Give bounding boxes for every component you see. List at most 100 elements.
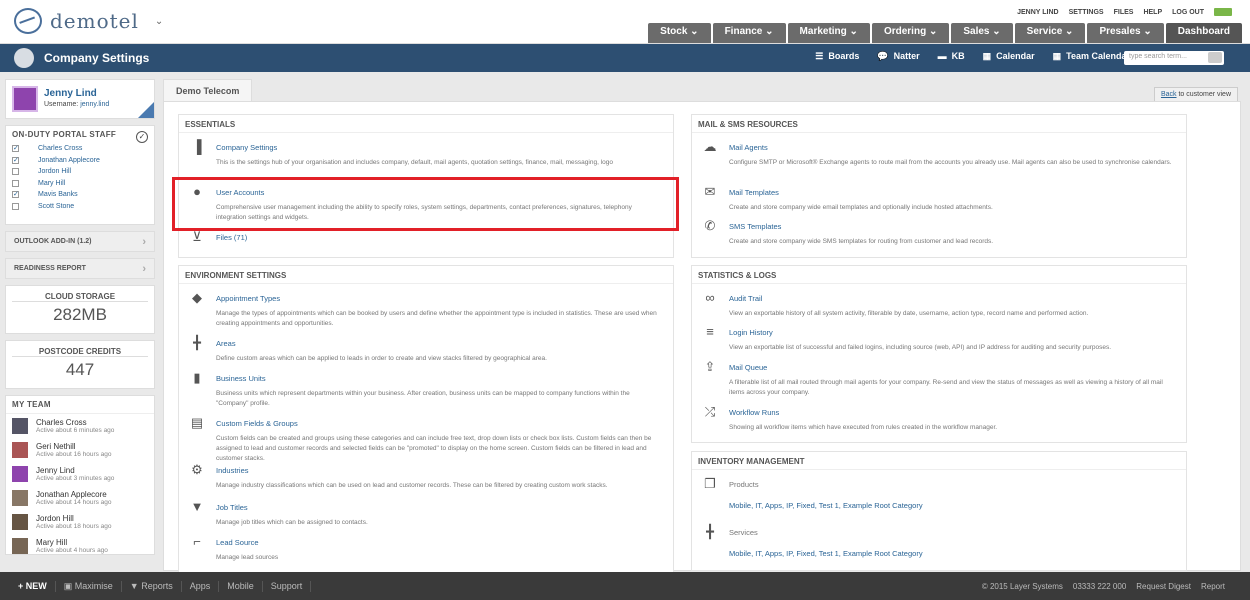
staff-name[interactable]: Charles Cross: [38, 145, 82, 152]
stats-item-desc: View an exportable list of successful an…: [729, 344, 1112, 351]
stats-item-link[interactable]: Audit Trail: [729, 294, 762, 303]
staff-name[interactable]: Jordon Hill: [38, 168, 71, 175]
postcode-credits-label: POSTCODE CREDITS: [12, 341, 148, 357]
team-title: MY TEAM: [6, 396, 154, 414]
team-member[interactable]: Jordon Hill Active about 18 hours ago: [6, 514, 154, 538]
readiness-report-bar[interactable]: READINESS REPORT ›: [5, 258, 155, 279]
menu-presales[interactable]: Presales ⌄: [1087, 23, 1164, 43]
team-member-info: Geri Nethill Active about 16 hours ago: [36, 442, 112, 458]
staff-checkbox[interactable]: ✓: [12, 145, 19, 153]
staff-row: ✓ Jonathan Applecore: [12, 155, 148, 167]
mail-item-link[interactable]: Mail Templates: [729, 188, 779, 197]
menu-service[interactable]: Service ⌄: [1014, 23, 1086, 43]
staff-list: ✓ Charles Cross ✓ Jonathan Applecore Jordon …: [6, 143, 154, 212]
top-link-files[interactable]: FILES: [1114, 9, 1134, 16]
logo[interactable]: demotel ⌄: [14, 8, 163, 34]
essentials-item-link[interactable]: Company Settings: [216, 143, 277, 152]
staff-checkbox[interactable]: [12, 168, 19, 176]
environment-item-link[interactable]: Areas: [216, 339, 236, 348]
username-link[interactable]: jenny.lind: [80, 101, 109, 108]
top-link-help[interactable]: HELP: [1143, 9, 1162, 16]
staff-row: ✓ Charles Cross: [12, 143, 148, 155]
profile-name[interactable]: Jenny Lind: [44, 88, 97, 99]
check-icon[interactable]: ✓: [136, 131, 148, 143]
footer-apps[interactable]: Apps: [182, 580, 220, 592]
outlook-addin-bar[interactable]: OUTLOOK ADD-IN (1.2) ›: [5, 231, 155, 252]
inventory-item-label: Services: [729, 528, 758, 537]
footer-mobile[interactable]: Mobile: [219, 580, 263, 592]
search-icon[interactable]: [1208, 52, 1222, 63]
calendar-icon: ▦: [982, 51, 992, 61]
environment-item-link[interactable]: Custom Fields & Groups: [216, 419, 298, 428]
calendar-icon: ▦: [1052, 51, 1062, 61]
search-input[interactable]: type search term...: [1124, 51, 1224, 65]
nav-team-calendar[interactable]: ▦ Team Calendar: [1053, 51, 1130, 62]
staff-row: ✓ Mavis Banks: [12, 189, 148, 201]
footer-maximise[interactable]: ▣ Maximise: [56, 580, 122, 592]
nav-kb[interactable]: ▬ KB: [938, 51, 965, 62]
team-member[interactable]: Mary Hill Active about 4 hours ago: [6, 538, 154, 562]
header-bar: Company Settings ☰ Boards 💬 Natter ▬ KB ▦ Ca…: [0, 44, 1250, 72]
top-link-user[interactable]: JENNY LIND: [1017, 9, 1059, 16]
staff-name[interactable]: Jonathan Applecore: [38, 157, 100, 164]
top-link-settings[interactable]: SETTINGS: [1069, 9, 1104, 16]
team-member[interactable]: Jonathan Applecore Active about 14 hours …: [6, 490, 154, 514]
back-to-customer-view[interactable]: Back to customer view: [1153, 87, 1238, 102]
nav-boards[interactable]: ☰ Boards: [815, 51, 859, 62]
footer-new[interactable]: + NEW: [10, 580, 56, 592]
team-member-activity: Active about 14 hours ago: [36, 499, 112, 506]
list-icon: ☰: [815, 51, 824, 61]
nav-calendar[interactable]: ▦ Calendar: [983, 51, 1035, 62]
menu-ordering[interactable]: Ordering ⌄: [871, 23, 950, 43]
stats-item-link[interactable]: Login History: [729, 328, 773, 337]
staff-name[interactable]: Mary Hill: [38, 180, 65, 187]
environment-item-link[interactable]: Appointment Types: [216, 294, 280, 303]
upload-icon: ⇪: [704, 359, 716, 374]
avatar[interactable]: [12, 86, 38, 112]
stats-item-link[interactable]: Workflow Runs: [729, 408, 779, 417]
nav-natter[interactable]: 💬 Natter: [877, 51, 919, 62]
menu-sales[interactable]: Sales ⌄: [951, 23, 1013, 43]
environment-title: ENVIRONMENT SETTINGS: [179, 266, 673, 284]
staff-name[interactable]: Scott Stone: [38, 203, 74, 210]
top-link-logout[interactable]: LOG OUT: [1172, 9, 1204, 16]
inventory-item-links[interactable]: Mobile, IT, Apps, IP, Fixed, Test 1, Exa…: [729, 501, 1176, 511]
environment-item-link[interactable]: Business Units: [216, 374, 266, 383]
footer-support[interactable]: Support: [263, 580, 312, 592]
menu-dashboard[interactable]: Dashboard: [1165, 23, 1242, 43]
keyboard-icon: ▤: [190, 415, 204, 430]
mail-item-link[interactable]: Mail Agents: [729, 143, 768, 152]
stats-item-link[interactable]: Mail Queue: [729, 363, 767, 372]
team-member[interactable]: Charles Cross Active about 6 minutes ago: [6, 418, 154, 442]
staff-checkbox[interactable]: [12, 179, 19, 187]
staff-checkbox[interactable]: ✓: [12, 156, 19, 164]
menu-finance[interactable]: Finance ⌄: [712, 23, 786, 43]
footer-request-digest[interactable]: Request Digest: [1136, 582, 1191, 591]
tag-icon: ◆: [192, 290, 202, 305]
essentials-title: ESSENTIALS: [179, 115, 673, 133]
tab-demo-telecom[interactable]: Demo Telecom: [163, 79, 253, 102]
main-menu: Stock ⌄ Finance ⌄ Marketing ⌄ Ordering ⌄…: [648, 23, 1242, 43]
footer-reports[interactable]: ▼ Reports: [122, 580, 182, 592]
team-member-name: Geri Nethill: [36, 442, 76, 451]
team-member[interactable]: Geri Nethill Active about 16 hours ago: [6, 442, 154, 466]
cloud-icon: ☁: [703, 139, 717, 154]
essentials-item-link[interactable]: Files (71): [216, 233, 247, 242]
environment-item-link[interactable]: Job Titles: [216, 503, 248, 512]
team-member-activity: Active about 16 hours ago: [36, 451, 112, 458]
mail-item-link[interactable]: SMS Templates: [729, 222, 781, 231]
staff-title: ON-DUTY PORTAL STAFF: [12, 130, 117, 139]
team-member[interactable]: Jenny Lind Active about 3 minutes ago: [6, 466, 154, 490]
staff-checkbox[interactable]: ✓: [12, 191, 19, 199]
menu-stock[interactable]: Stock ⌄: [648, 23, 711, 43]
environment-item-link[interactable]: Industries: [216, 466, 249, 475]
inventory-item-links[interactable]: Mobile, IT, Apps, IP, Fixed, Test 1, Exa…: [729, 549, 1176, 559]
footer-report[interactable]: Report: [1201, 582, 1225, 591]
menu-marketing[interactable]: Marketing ⌄: [787, 23, 870, 43]
environment-item-link[interactable]: Lead Source: [216, 538, 259, 547]
staff-name[interactable]: Mavis Banks: [38, 191, 78, 198]
chevron-down-icon[interactable]: ⌄: [155, 16, 163, 27]
staff-checkbox[interactable]: [12, 202, 19, 210]
corner-icon[interactable]: [138, 102, 154, 118]
footer-phone: 03333 222 000: [1072, 581, 1127, 591]
